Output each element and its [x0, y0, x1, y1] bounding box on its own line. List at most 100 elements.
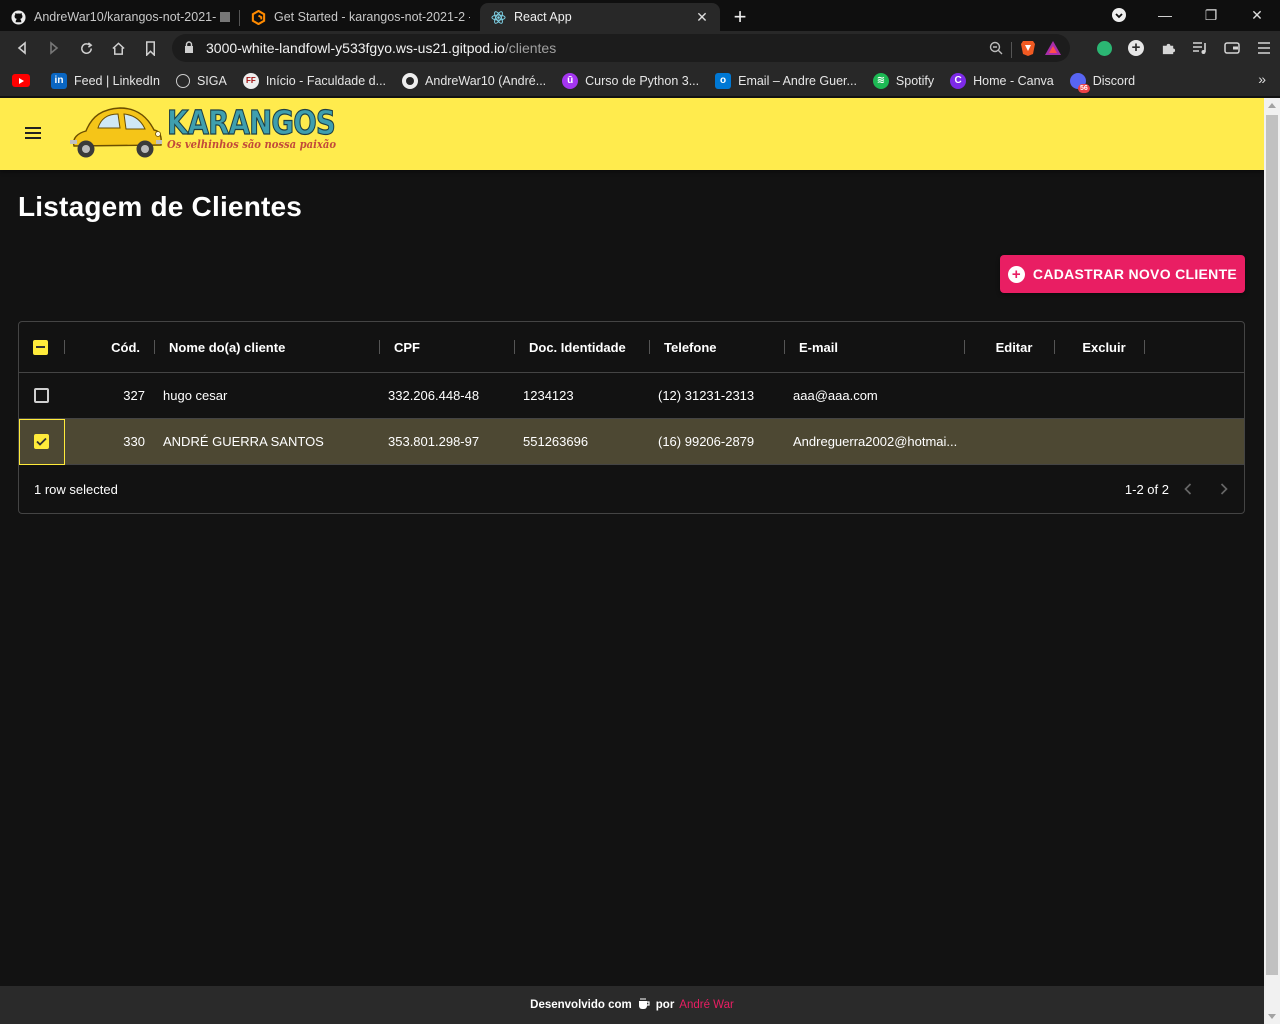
- bookmark-item[interactable]: AndreWar10 (André...: [402, 72, 546, 89]
- footer-prefix: Desenvolvido com: [530, 999, 632, 1011]
- forward-icon[interactable]: [38, 32, 70, 64]
- tab-title: React App: [514, 10, 572, 24]
- next-page-icon[interactable]: [1212, 465, 1236, 513]
- back-icon[interactable]: [6, 32, 38, 64]
- wallet-icon[interactable]: [1216, 32, 1248, 64]
- bookmark-item[interactable]: o Email – Andre Guer...: [715, 72, 857, 89]
- cell-codigo: 330: [123, 434, 145, 449]
- tab-search-icon[interactable]: [1096, 0, 1142, 30]
- cell-rg: 1234123: [523, 388, 574, 403]
- bookmark-item[interactable]: SIGA: [175, 73, 227, 88]
- zoom-icon[interactable]: [989, 41, 1003, 58]
- reload-icon[interactable]: [70, 32, 102, 64]
- select-all-checkbox[interactable]: [33, 322, 51, 372]
- extensions-area: +: [1088, 31, 1280, 65]
- react-icon: [490, 9, 506, 25]
- cell-email: Andreguerra2002@hotmai...: [793, 434, 958, 449]
- canva-icon: C: [950, 72, 967, 89]
- bookmark-item[interactable]: ū Curso de Python 3...: [562, 72, 700, 89]
- column-header-telefone[interactable]: Telefone: [664, 322, 774, 372]
- cell-email: aaa@aaa.com: [793, 388, 878, 403]
- page-scrollbar[interactable]: [1264, 98, 1280, 1024]
- bookmark-item[interactable]: C Home - Canva: [950, 72, 1054, 89]
- column-header-excluir[interactable]: Excluir: [1064, 322, 1144, 372]
- app-bar: KARANGOS Os velhinhos são nossa paixão: [0, 98, 1264, 170]
- row-checkbox[interactable]: [34, 373, 52, 418]
- bookmark-item[interactable]: ≋ Spotify: [872, 72, 934, 89]
- bookmarks-overflow-icon[interactable]: »: [1258, 71, 1266, 87]
- url-path: /clientes: [504, 40, 557, 56]
- table-row-selected[interactable]: 330 ANDRÉ GUERRA SANTOS 353.801.298-97 5…: [19, 419, 1244, 465]
- selection-count: 1 row selected: [34, 481, 118, 497]
- cell-telefone: (12) 31231-2313: [658, 388, 755, 403]
- scrollbar-thumb[interactable]: [1266, 115, 1278, 975]
- browser-tab-2[interactable]: Get Started - karangos-not-2021-2 - G: [240, 3, 480, 31]
- add-circle-icon: +: [1007, 265, 1025, 283]
- column-header-nome[interactable]: Nome do(a) cliente: [169, 322, 369, 372]
- plus-extension-icon[interactable]: +: [1120, 32, 1152, 64]
- cell-cpf: 353.801.298-97: [388, 434, 480, 449]
- browser-tab-3[interactable]: React App ✕: [480, 3, 720, 31]
- bookmark-item[interactable]: in Feed | LinkedIn: [51, 72, 160, 89]
- column-header-codigo[interactable]: Cód.: [74, 322, 140, 372]
- scroll-up-icon[interactable]: [1268, 103, 1276, 108]
- close-window-icon[interactable]: ✕: [1234, 0, 1280, 30]
- brave-rewards-icon[interactable]: [1044, 40, 1062, 59]
- bookmark-label: Feed | LinkedIn: [74, 73, 160, 88]
- page-title: Listagem de Clientes: [18, 191, 303, 222]
- vpn-extension-icon[interactable]: [1088, 32, 1120, 64]
- table-row[interactable]: 327 hugo cesar 332.206.448-48 1234123 (1…: [19, 373, 1244, 419]
- playlist-icon[interactable]: [1184, 32, 1216, 64]
- bookmark-youtube[interactable]: [12, 74, 37, 87]
- cell-rg: 551263696: [523, 434, 589, 449]
- footer-author-link[interactable]: André War: [679, 999, 734, 1011]
- window-controls: — ❐ ✕: [1096, 0, 1280, 30]
- address-bar[interactable]: 3000-white-landfowl-y533fgyo.ws-us21.git…: [172, 34, 1070, 62]
- scroll-down-icon[interactable]: [1268, 1014, 1276, 1019]
- restore-icon[interactable]: ❐: [1188, 0, 1234, 30]
- cell-codigo: 327: [123, 388, 145, 403]
- clients-data-grid: Cód. Nome do(a) cliente CPF Doc. Identid…: [18, 321, 1245, 514]
- github-icon: [402, 72, 419, 89]
- youtube-icon: [12, 74, 30, 87]
- logo-tagline: Os velhinhos são nossa paixão: [167, 137, 336, 151]
- browser-menu-icon[interactable]: [1248, 32, 1280, 64]
- add-client-button[interactable]: + CADASTRAR NOVO CLIENTE: [1000, 255, 1245, 293]
- pagination-range: 1-2 of 2: [1124, 481, 1169, 497]
- lock-icon: [184, 40, 194, 56]
- column-header-doc-identidade[interactable]: Doc. Identidade: [529, 322, 654, 372]
- previous-page-icon[interactable]: [1176, 465, 1200, 513]
- puzzle-extensions-icon[interactable]: [1152, 32, 1184, 64]
- bookmark-icon[interactable]: [134, 32, 166, 64]
- bookmark-item[interactable]: 56 Discord: [1069, 72, 1135, 93]
- brave-shields-icon[interactable]: [1020, 39, 1036, 60]
- outlook-icon: o: [715, 72, 732, 89]
- tab-title: Get Started - karangos-not-2021-2 - G: [274, 10, 470, 24]
- column-header-email[interactable]: E-mail: [799, 322, 959, 372]
- grid-header: Cód. Nome do(a) cliente CPF Doc. Identid…: [19, 322, 1244, 373]
- discord-badge: 56: [1077, 83, 1090, 93]
- close-tab-icon[interactable]: ✕: [694, 9, 710, 26]
- home-icon[interactable]: [102, 32, 134, 64]
- bookmark-item[interactable]: FF Início - Faculdade d...: [242, 72, 386, 89]
- column-header-editar[interactable]: Editar: [974, 322, 1054, 372]
- browser-toolbar: 3000-white-landfowl-y533fgyo.ws-us21.git…: [0, 31, 1280, 65]
- footer-mid: por: [655, 999, 675, 1011]
- new-tab-button[interactable]: +: [726, 3, 754, 31]
- browser-tab-1[interactable]: AndreWar10/karangos-not-2021-2:: [0, 3, 240, 31]
- bookmark-label: Curso de Python 3...: [585, 73, 700, 88]
- url-host: 3000-white-landfowl-y533fgyo.ws-us21.git…: [206, 40, 505, 56]
- menu-icon[interactable]: [16, 116, 50, 150]
- tab-page-icon: [220, 12, 230, 22]
- discord-icon: 56: [1069, 72, 1090, 93]
- globe-icon: [175, 73, 190, 88]
- gitpod-icon: [250, 9, 266, 25]
- minimize-icon[interactable]: —: [1142, 0, 1188, 30]
- spotify-icon: ≋: [872, 72, 889, 89]
- fatec-icon: FF: [242, 72, 259, 89]
- column-header-cpf[interactable]: CPF: [394, 322, 504, 372]
- row-checkbox-checked[interactable]: [34, 419, 52, 464]
- page-footer: Desenvolvido com por André War: [0, 986, 1264, 1024]
- github-icon: [10, 9, 26, 25]
- add-client-button-label: CADASTRAR NOVO CLIENTE: [1032, 266, 1238, 282]
